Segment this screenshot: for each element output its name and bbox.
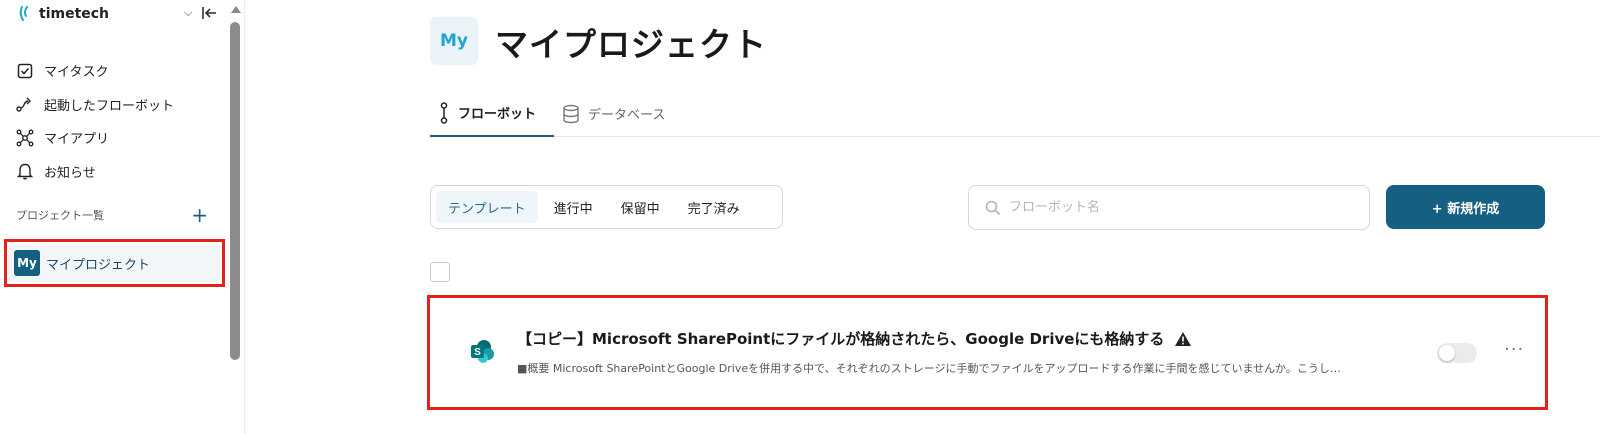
tab-label: データベース [588, 108, 666, 123]
sidebar-item-label: お知らせ [44, 165, 96, 181]
workspace-switcher[interactable]: timetech [18, 4, 109, 24]
workspace-name: timetech [39, 6, 110, 22]
flowbot-title: 【コピー】Microsoft SharePointにファイルが格納されたら、Go… [517, 330, 1165, 348]
scrollbar-thumb[interactable] [230, 22, 240, 360]
collapse-sidebar-icon[interactable] [200, 4, 218, 22]
main-content: My マイプロジェクト フローボット データベース テンプレート 進行中 保留中… [245, 0, 1600, 434]
tab-bar: フローボット データベース [430, 90, 1600, 137]
sidebar-item-my-apps[interactable]: マイアプリ [16, 121, 216, 155]
flow-icon [16, 95, 34, 113]
sidebar-item-label: マイアプリ [44, 132, 110, 148]
project-badge: My [14, 250, 40, 276]
apps-icon [16, 129, 34, 147]
filter-completed[interactable]: 完了済み [676, 191, 752, 223]
chevron-down-icon[interactable]: ⌵ [184, 6, 192, 20]
filter-on-hold[interactable]: 保留中 [609, 191, 672, 223]
add-project-button[interactable]: + [191, 205, 208, 225]
page-title: マイプロジェクト [495, 25, 767, 64]
database-icon [563, 104, 579, 123]
sidebar-item-started-flowbots[interactable]: 起動したフローボット [16, 88, 216, 122]
project-list-header: プロジェクト一覧 + [16, 205, 208, 225]
page-badge: My [430, 17, 478, 65]
project-label: マイプロジェクト [46, 257, 151, 273]
filter-template[interactable]: テンプレート [436, 191, 538, 223]
toggle-knob [1439, 345, 1455, 361]
sidebar-item-notifications[interactable]: お知らせ [16, 155, 216, 189]
warning-icon [1175, 331, 1192, 346]
bell-icon [16, 162, 34, 180]
checkbox-icon [16, 62, 34, 80]
scroll-up-arrow-icon[interactable] [231, 6, 241, 13]
search-icon [985, 200, 1001, 215]
sidebar-item-my-project[interactable]: My マイプロジェクト [8, 244, 220, 282]
more-options-button[interactable]: ··· [1504, 339, 1524, 360]
filter-in-progress[interactable]: 進行中 [542, 191, 605, 223]
tab-label: フローボット [458, 107, 537, 122]
sidebar-item-label: マイタスク [44, 65, 109, 81]
search-input[interactable] [1009, 200, 1349, 215]
flowbot-icon [440, 101, 448, 124]
flowbot-card[interactable]: S 【コピー】Microsoft SharePointにファイルが格納されたら、… [429, 297, 1549, 409]
svg-text:S: S [474, 347, 481, 358]
project-list-heading: プロジェクト一覧 [16, 209, 104, 222]
timetech-logo-icon [19, 6, 28, 21]
sidebar-item-label: 起動したフローボット [44, 98, 175, 114]
sharepoint-icon: S [471, 340, 494, 363]
new-flowbot-button[interactable]: + 新規作成 [1386, 185, 1545, 229]
tab-flowbots[interactable]: フローボット [430, 90, 555, 137]
sidebar-item-my-tasks[interactable]: マイタスク [16, 54, 216, 88]
sidebar: timetech ⌵ マイタスク 起動したフローボット マイアプリ お知らせ プ… [0, 0, 245, 434]
sidebar-nav: マイタスク 起動したフローボット マイアプリ お知らせ [16, 54, 216, 188]
search-box [968, 185, 1370, 230]
flowbot-description: ■概要 Microsoft SharePointとGoogle Driveを併用… [517, 362, 1341, 375]
flowbot-enable-toggle[interactable] [1437, 343, 1477, 363]
select-all-checkbox[interactable] [430, 262, 450, 282]
status-filter-group: テンプレート 進行中 保留中 完了済み [430, 185, 783, 229]
tab-database[interactable]: データベース [554, 90, 673, 137]
flowbot-title-row: 【コピー】Microsoft SharePointにファイルが格納されたら、Go… [517, 328, 1192, 349]
